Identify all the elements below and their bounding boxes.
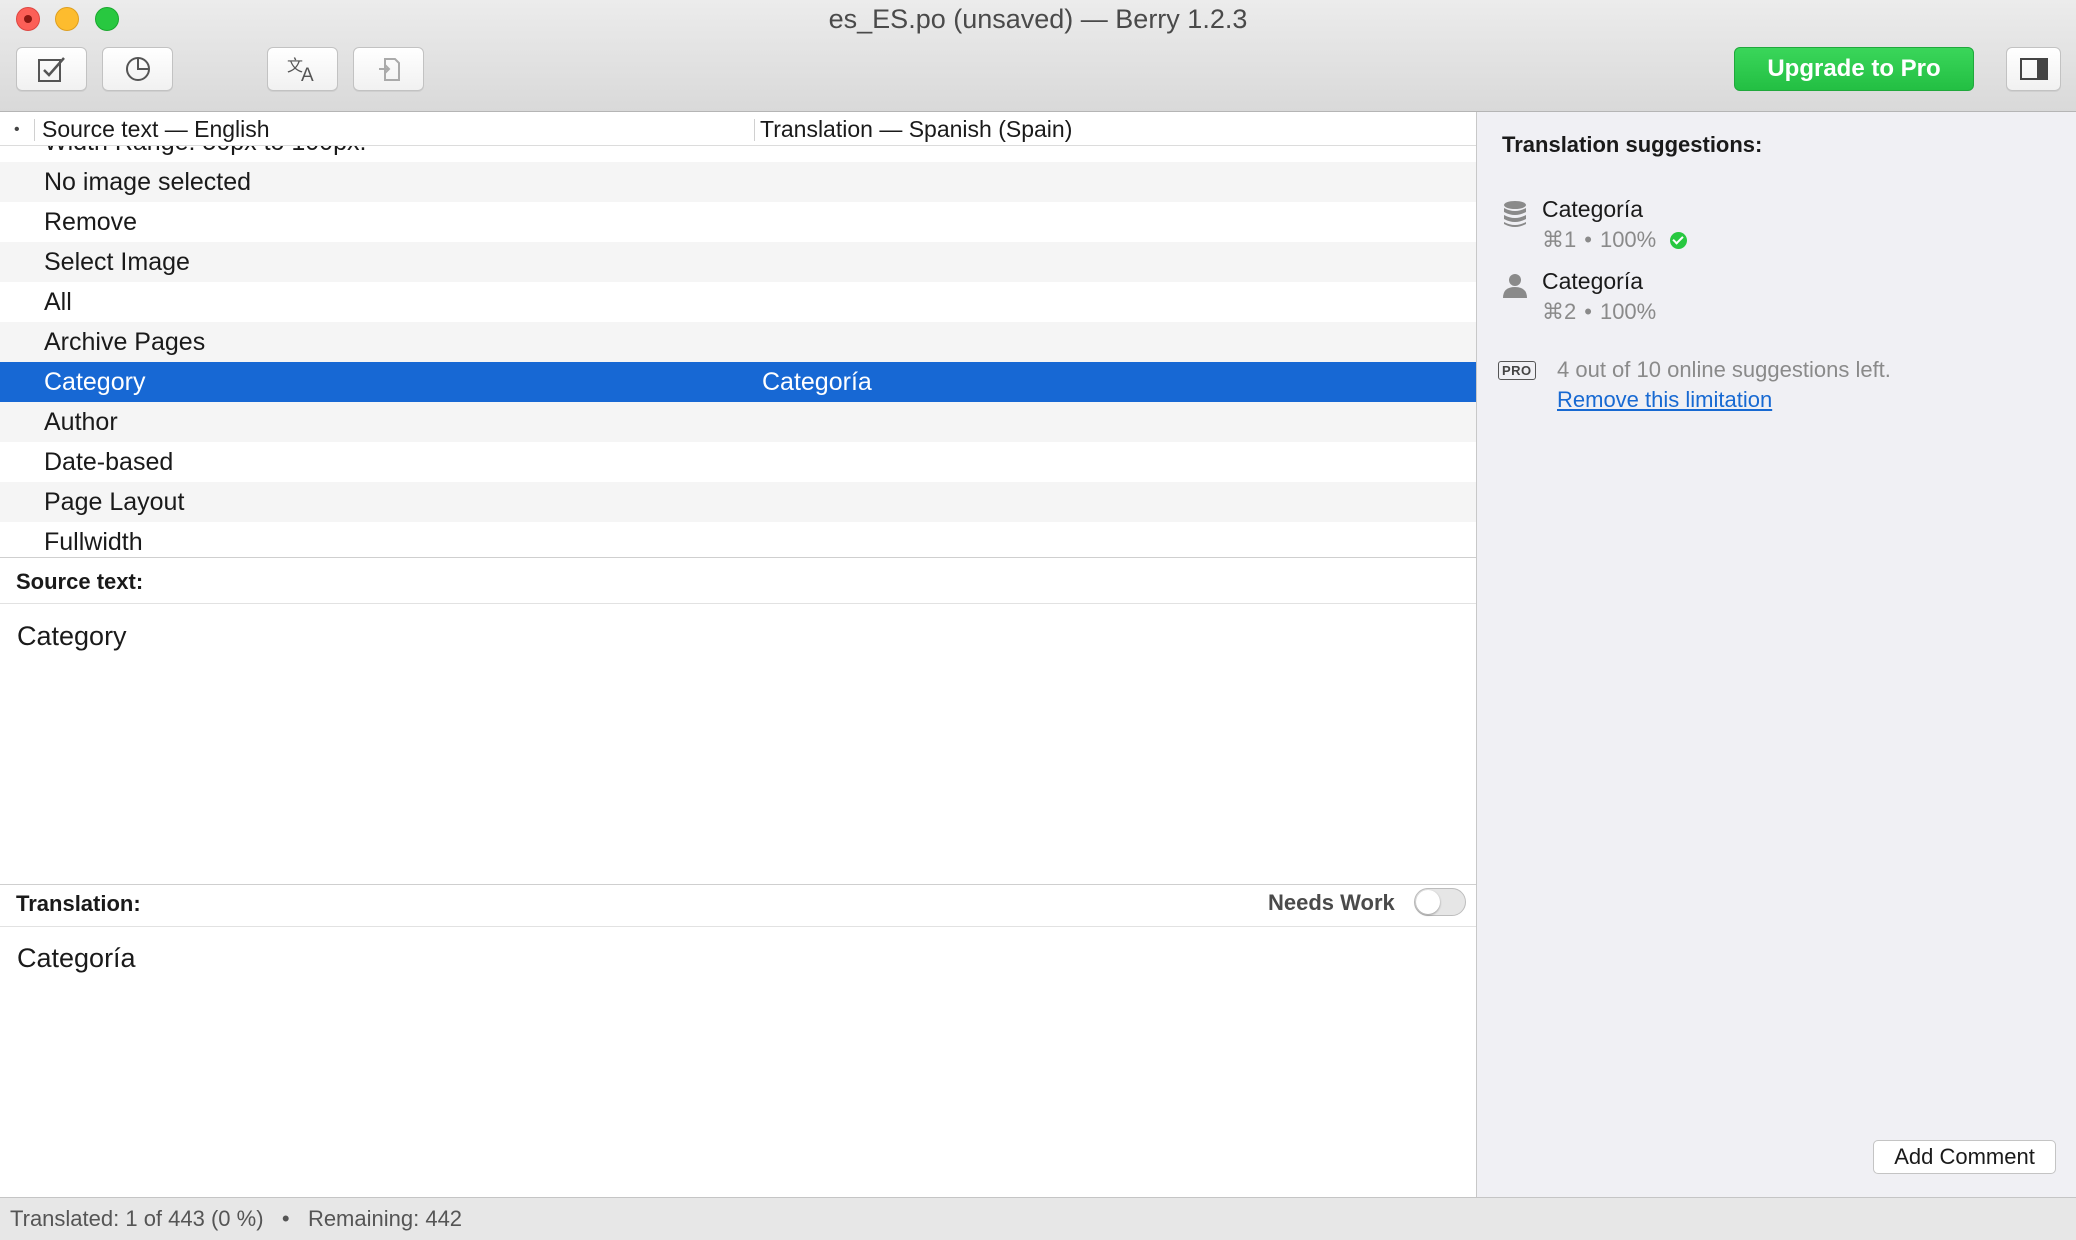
svg-text:A: A	[301, 65, 314, 83]
suggestion-text: Categoría	[1542, 268, 1644, 294]
source-cell: Archive Pages	[44, 328, 206, 356]
table-row-selected[interactable]: Category Categoría	[0, 362, 1476, 402]
source-text-label: Source text:	[16, 569, 144, 594]
toggle-sidebar-button[interactable]	[2006, 47, 2061, 91]
checkbox-icon	[37, 57, 65, 82]
table-row[interactable]: Archive Pages	[0, 322, 1476, 362]
app-window: es_ES.po (unsaved) — Berry 1.2.3 文 A Upg…	[0, 0, 2076, 1240]
strings-table[interactable]: Width Range: 50px to 100px. No image sel…	[0, 146, 1476, 556]
source-cell: Fullwidth	[44, 528, 143, 556]
table-row[interactable]: Date-based	[0, 442, 1476, 482]
remaining-count: Remaining: 442	[307, 1206, 463, 1231]
add-comment-button[interactable]: Add Comment	[1873, 1140, 2056, 1174]
database-icon	[1504, 201, 1526, 227]
table-row[interactable]: All	[0, 282, 1476, 322]
table-row[interactable]: Remove	[0, 202, 1476, 242]
table-row[interactable]: Fullwidth	[0, 522, 1476, 556]
source-cell: Width Range: 50px to 100px.	[44, 146, 366, 162]
source-cell: All	[44, 288, 72, 316]
suggestion-item[interactable]: Categoría ⌘1 • 100%	[1502, 196, 2062, 256]
editor-divider[interactable]	[0, 884, 1476, 885]
suggestion-text: Categoría	[1542, 196, 1644, 222]
translation-editor[interactable]: Categoría	[17, 943, 1457, 1183]
online-suggestions-left: 4 out of 10 online suggestions left.	[1557, 357, 1891, 382]
person-icon	[1503, 274, 1527, 298]
source-cell: Category	[44, 368, 146, 396]
suggestion-match: 100%	[1599, 227, 1657, 252]
table-row[interactable]: Width Range: 50px to 100px.	[0, 146, 1476, 162]
suggestion-item[interactable]: Categoría ⌘2 • 100%	[1502, 268, 2062, 328]
suggestions-sidebar: Translation suggestions: Categoría ⌘1 • …	[1477, 112, 2076, 1197]
list-header: • Source text — English Translation — Sp…	[0, 113, 1476, 146]
window-title: es_ES.po (unsaved) — Berry 1.2.3	[828, 4, 1248, 34]
translate-icon: 文 A	[287, 56, 314, 83]
list-divider[interactable]	[0, 557, 1476, 558]
remove-limitation-link[interactable]: Remove this limitation	[1557, 387, 1772, 413]
status-bar: Translated: 1 of 443 (0 %) • Remaining: …	[0, 1197, 2076, 1240]
translated-count: Translated: 1 of 443 (0 %)	[10, 1206, 264, 1231]
source-cell: Date-based	[44, 448, 174, 476]
source-cell: No image selected	[44, 168, 252, 196]
sort-indicator[interactable]: •	[14, 113, 20, 146]
table-row[interactable]: Page Layout	[0, 482, 1476, 522]
source-text-content: Category	[17, 621, 127, 651]
table-row[interactable]: Select Image	[0, 242, 1476, 282]
editor-pane: • Source text — English Translation — Sp…	[0, 113, 1476, 1197]
pro-badge: PRO	[1498, 361, 1536, 380]
source-cell: Select Image	[44, 248, 190, 276]
needs-work-toggle[interactable]	[1414, 888, 1466, 916]
validate-button[interactable]	[16, 47, 87, 91]
sidebar-toggle-icon	[2019, 58, 2048, 80]
source-cell: Remove	[44, 208, 138, 236]
verified-check-icon	[1670, 231, 1688, 249]
suggestions-title: Translation suggestions:	[1502, 132, 1763, 157]
statistics-button[interactable]	[102, 47, 173, 91]
suggestion-match: 100%	[1599, 299, 1657, 324]
upgrade-to-pro-button[interactable]: Upgrade to Pro	[1734, 47, 1974, 91]
suggestion-shortcut: ⌘2	[1542, 299, 1577, 324]
suggestion-shortcut: ⌘1	[1542, 227, 1577, 252]
suggestion-meta: ⌘1 • 100%	[1542, 227, 1688, 253]
translate-button[interactable]: 文 A	[267, 47, 338, 91]
translation-cell: Categoría	[762, 368, 872, 396]
column-header-source[interactable]: Source text — English	[42, 113, 270, 146]
source-cell: Page Layout	[44, 488, 185, 516]
suggestion-meta: ⌘2 • 100%	[1542, 299, 1657, 324]
column-header-translation[interactable]: Translation — Spanish (Spain)	[760, 113, 1072, 146]
translation-label: Translation:	[16, 891, 141, 916]
needs-work-label: Needs Work	[1268, 890, 1395, 915]
source-cell: Author	[44, 408, 118, 436]
pie-chart-icon	[125, 57, 150, 81]
table-row[interactable]: No image selected	[0, 162, 1476, 202]
export-button[interactable]	[353, 47, 424, 91]
title-bar: es_ES.po (unsaved) — Berry 1.2.3 文 A Upg…	[0, 0, 2076, 112]
export-icon	[378, 58, 400, 81]
table-row[interactable]: Author	[0, 402, 1476, 442]
